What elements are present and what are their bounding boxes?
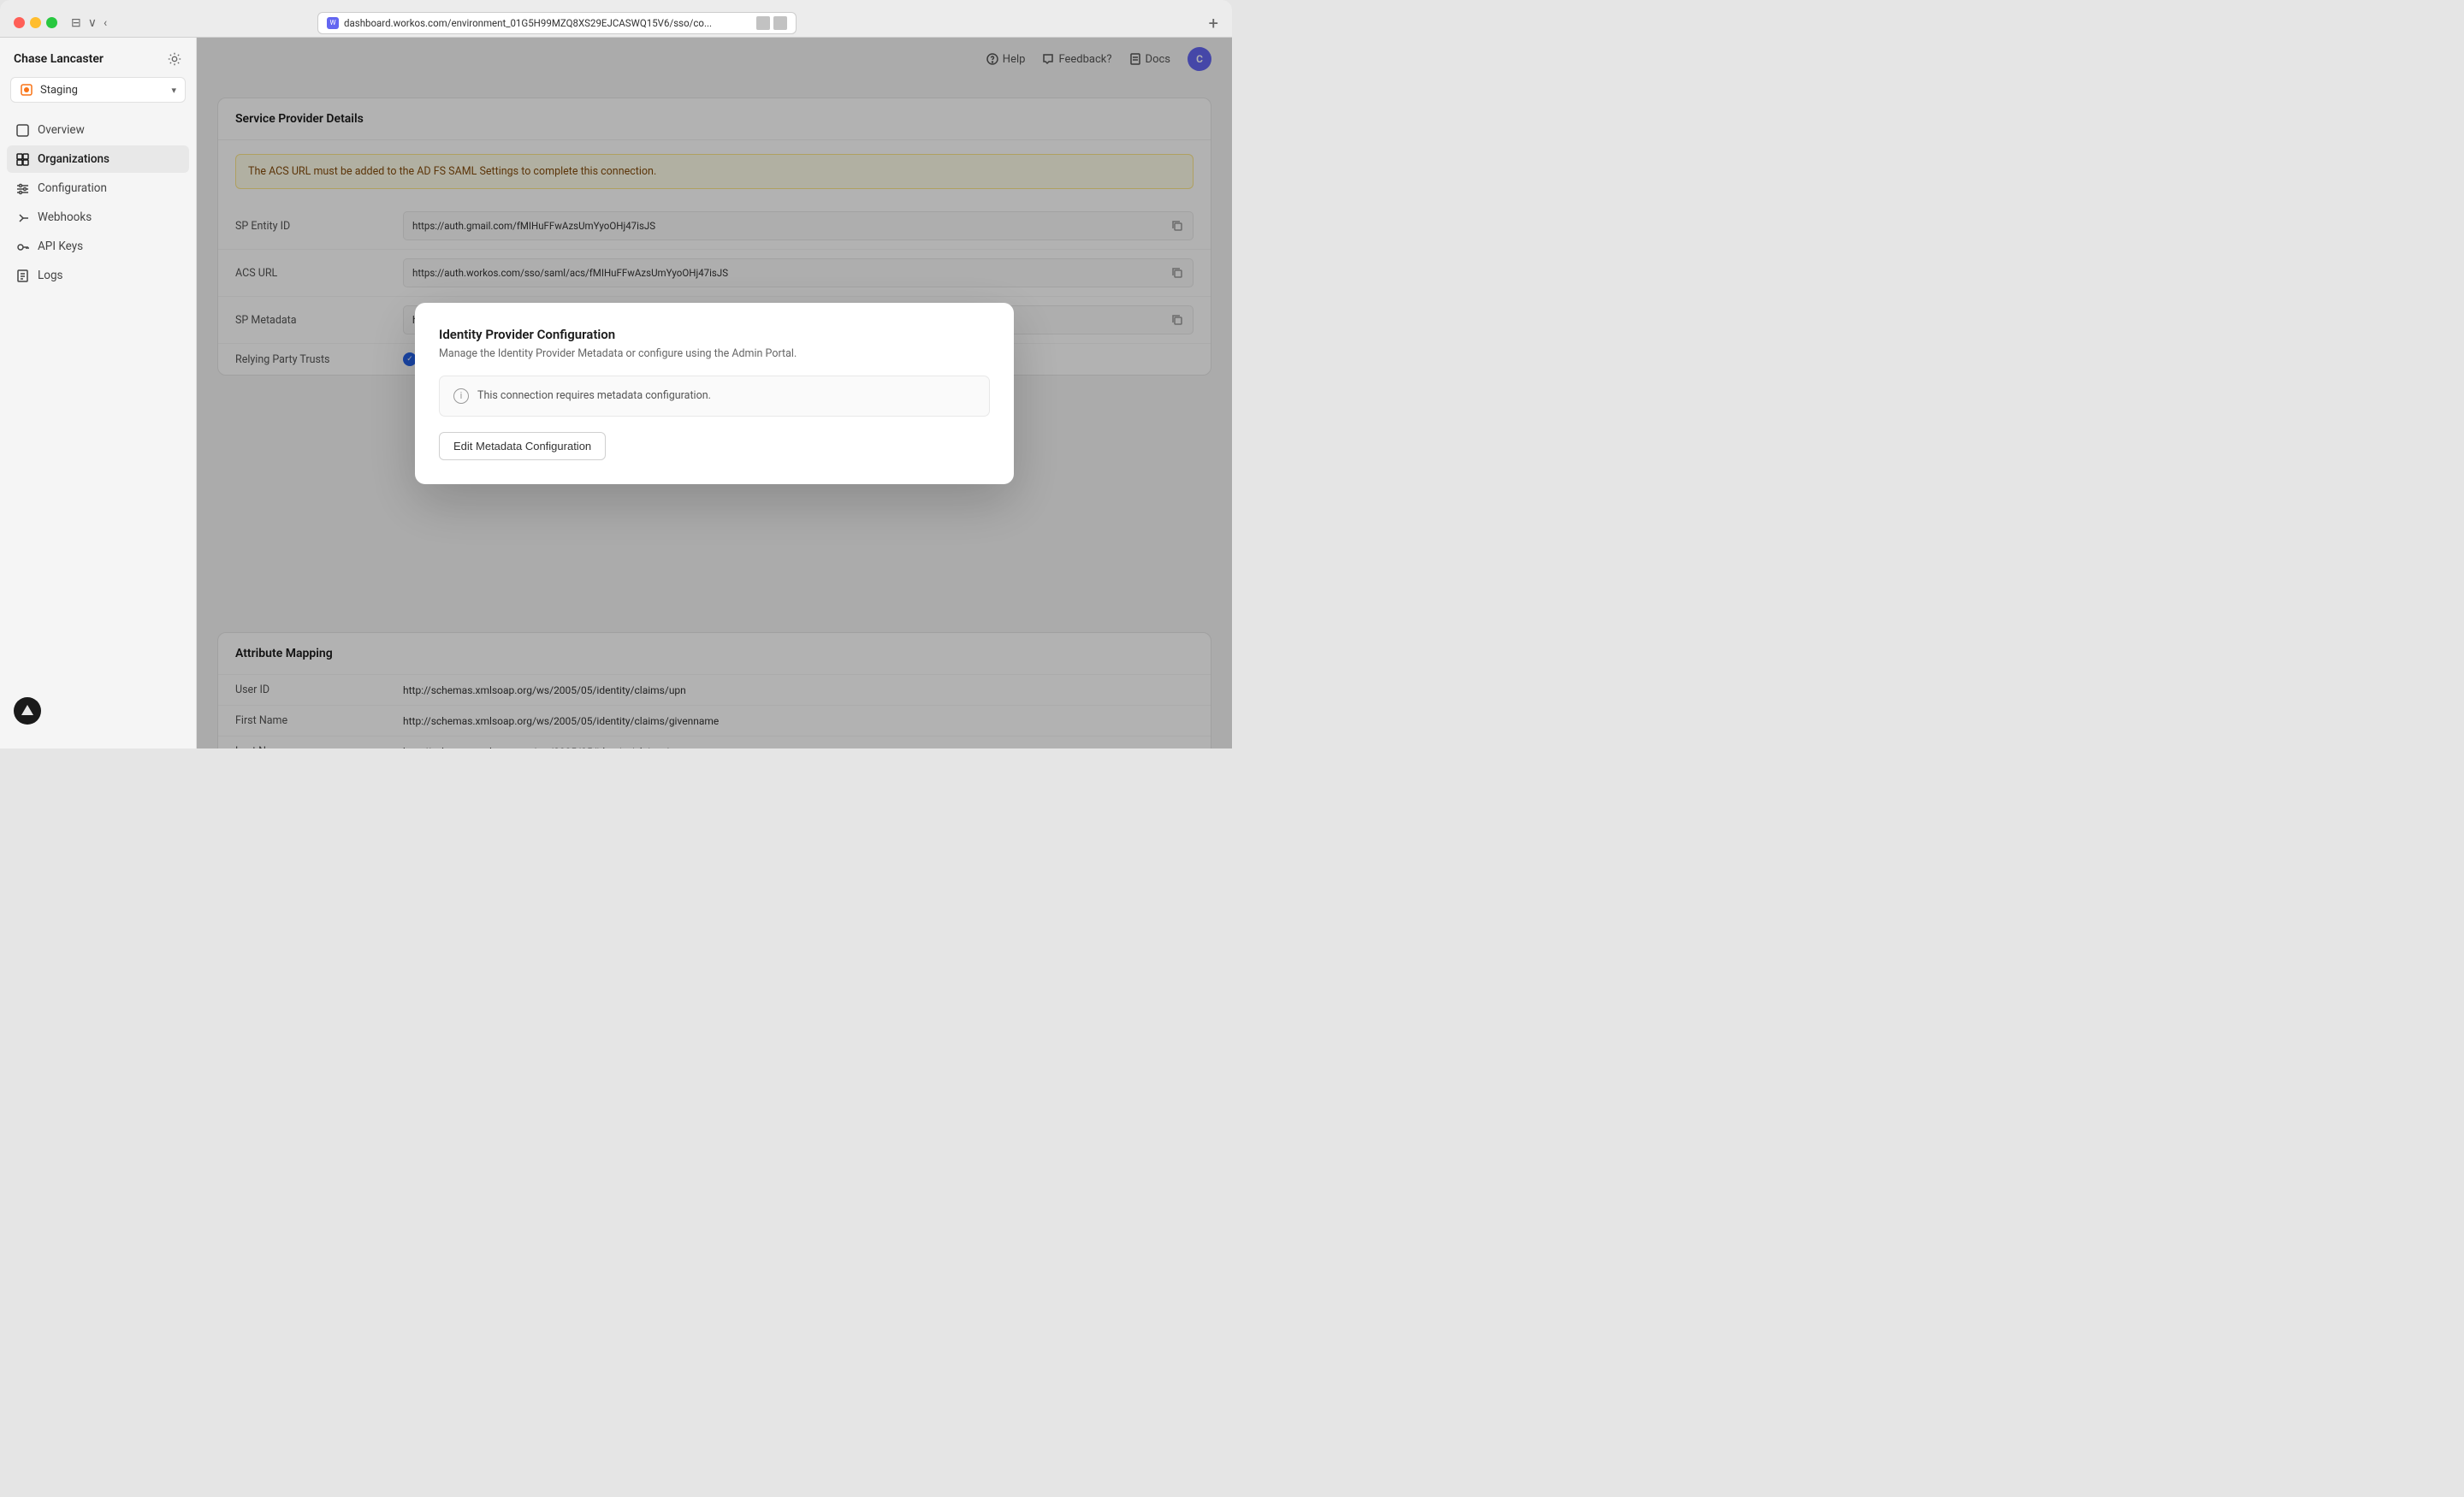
maximize-button[interactable]	[46, 17, 57, 28]
sidebar-item-label-organizations: Organizations	[38, 152, 110, 166]
address-bar[interactable]: W dashboard.workos.com/environment_01G5H…	[317, 12, 797, 34]
main-wrapper: Help Feedback? Docs C	[197, 38, 1232, 748]
sidebar-item-label-webhooks: Webhooks	[38, 210, 92, 224]
address-bar-icons	[756, 16, 787, 30]
sidebar-nav: Overview Organizations	[0, 116, 196, 687]
user-name: Chase Lancaster	[14, 52, 104, 66]
app-container: Chase Lancaster Staging ▾ Overview	[0, 38, 1232, 748]
sidebar-item-label-logs: Logs	[38, 269, 63, 282]
back-icon[interactable]: ‹	[104, 16, 107, 30]
configuration-icon	[15, 181, 29, 195]
modal-info-box: i This connection requires metadata conf…	[439, 376, 990, 417]
sidebar-item-label-api-keys: API Keys	[38, 240, 83, 253]
browser-chrome: ⊟ ∨ ‹ W dashboard.workos.com/environment…	[0, 0, 1232, 38]
modal-title: Identity Provider Configuration	[439, 327, 990, 342]
site-icon: W	[327, 17, 339, 29]
traffic-lights	[14, 17, 57, 28]
sidebar-item-organizations[interactable]: Organizations	[7, 145, 189, 173]
overview-icon	[15, 123, 29, 137]
chevron-down-icon[interactable]: ∨	[88, 16, 97, 30]
browser-nav-icons: ⊟ ∨ ‹	[71, 16, 107, 30]
modal-overlay: Identity Provider Configuration Manage t…	[197, 38, 1232, 748]
organizations-icon	[15, 152, 29, 166]
modal-subtitle: Manage the Identity Provider Metadata or…	[439, 347, 990, 360]
staging-label: Staging	[40, 84, 164, 97]
workos-logo	[14, 697, 41, 725]
info-icon: i	[453, 388, 469, 404]
api-keys-icon	[15, 240, 29, 253]
share-icon	[773, 16, 787, 30]
logs-icon	[15, 269, 29, 282]
edit-metadata-button[interactable]: Edit Metadata Configuration	[439, 432, 606, 460]
sidebar-item-configuration[interactable]: Configuration	[7, 175, 189, 202]
sidebar-item-overview[interactable]: Overview	[7, 116, 189, 144]
webhooks-icon	[15, 210, 29, 224]
sidebar-item-webhooks[interactable]: Webhooks	[7, 204, 189, 231]
sidebar-item-label-configuration: Configuration	[38, 181, 107, 195]
staging-icon	[20, 83, 33, 97]
staging-dropdown[interactable]: Staging ▾	[10, 77, 186, 103]
identity-provider-modal: Identity Provider Configuration Manage t…	[415, 303, 1014, 484]
minimize-button[interactable]	[30, 17, 41, 28]
sidebar-item-logs[interactable]: Logs	[7, 262, 189, 289]
sidebar-item-api-keys[interactable]: API Keys	[7, 233, 189, 260]
sidebar-bottom	[0, 687, 196, 735]
sidebar: Chase Lancaster Staging ▾ Overview	[0, 38, 197, 748]
close-button[interactable]	[14, 17, 25, 28]
sidebar-header: Chase Lancaster	[0, 51, 196, 77]
new-tab-button[interactable]: +	[1209, 13, 1218, 33]
sidebar-item-label-overview: Overview	[38, 123, 85, 137]
sidebar-toggle-icon[interactable]: ⊟	[71, 16, 81, 30]
chevron-down-icon: ▾	[171, 85, 176, 96]
lock-icon	[756, 16, 770, 30]
url-text: dashboard.workos.com/environment_01G5H99…	[344, 17, 751, 29]
modal-info-text: This connection requires metadata config…	[477, 389, 711, 402]
settings-icon[interactable]	[167, 51, 182, 67]
